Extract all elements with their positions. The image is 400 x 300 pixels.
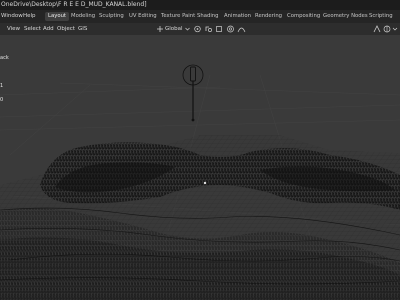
- tab-shading[interactable]: Shading: [194, 12, 222, 21]
- window-title: OneDrive\Desktop\F R E E D_MUD_KANAL.ble…: [1, 1, 147, 8]
- menu-add[interactable]: Add: [43, 23, 54, 35]
- menu-view[interactable]: View: [7, 23, 20, 35]
- tab-modeling[interactable]: Modeling: [68, 12, 98, 21]
- menu-help[interactable]: Help: [23, 10, 36, 23]
- menu-select[interactable]: Select: [24, 23, 41, 35]
- tab-geometry-nodes[interactable]: Geometry Nodes: [320, 12, 371, 21]
- menu-gis[interactable]: GIS: [78, 23, 87, 35]
- side-label: ack: [0, 55, 9, 61]
- tab-uv-editing[interactable]: UV Editing: [126, 12, 160, 21]
- viewport-header: View Select Add Object GIS Global: [0, 23, 400, 35]
- menu-object[interactable]: Object: [57, 23, 75, 35]
- side-label: 0: [0, 97, 4, 103]
- transform-orientation-select[interactable]: Global: [165, 23, 183, 35]
- object-origin: [203, 181, 207, 185]
- tab-scripting[interactable]: Scripting: [366, 12, 396, 21]
- side-label: 1: [0, 83, 4, 89]
- tab-compositing[interactable]: Compositing: [284, 12, 323, 21]
- tab-texture-paint[interactable]: Texture Paint: [158, 12, 198, 21]
- window-title-bar: OneDrive\Desktop\F R E E D_MUD_KANAL.ble…: [0, 0, 400, 10]
- tab-rendering[interactable]: Rendering: [252, 12, 285, 21]
- menu-window[interactable]: Window: [1, 10, 23, 23]
- scene-wireframe: [0, 64, 400, 300]
- tab-sculpting[interactable]: Sculpting: [96, 12, 127, 21]
- tab-layout[interactable]: Layout: [45, 12, 70, 21]
- top-menu-bar: Window Help Layout Modeling Sculpting UV…: [0, 10, 400, 23]
- 3d-viewport[interactable]: ack 1 0: [0, 35, 400, 300]
- tab-animation[interactable]: Animation: [221, 12, 254, 21]
